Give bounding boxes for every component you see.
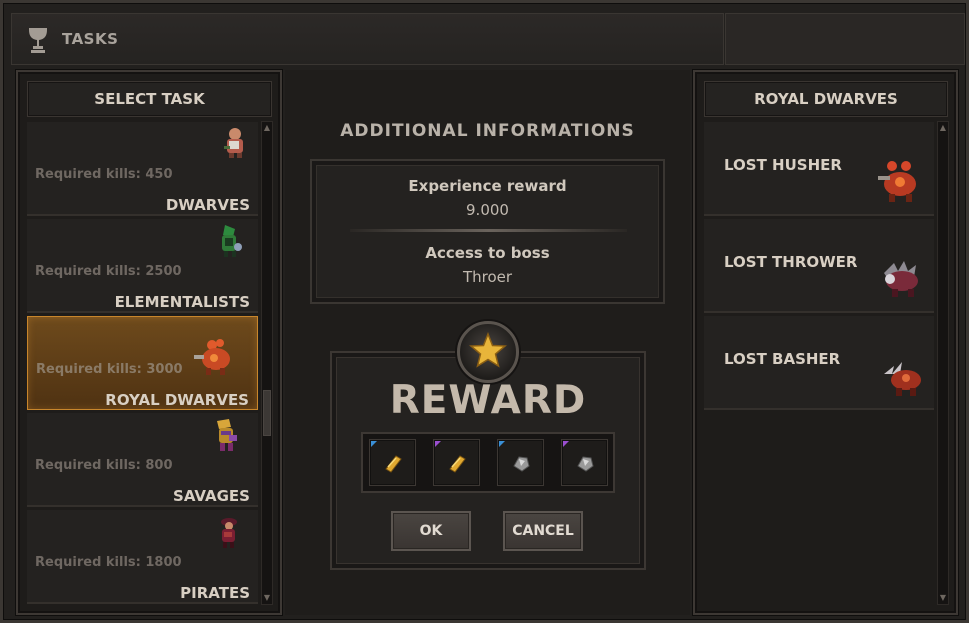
boss-name: LOST THROWER <box>724 253 858 271</box>
silver-ore-icon <box>577 456 594 472</box>
star-medal-icon <box>457 321 519 383</box>
select-task-panel: SELECT TASK Required kills: 450 DWARVES … <box>16 70 282 615</box>
silver-ore-icon <box>513 456 530 472</box>
scroll-up-icon[interactable]: ▲ <box>939 124 947 132</box>
task-name: ELEMENTALISTS <box>114 293 250 311</box>
boss-access-label: Access to boss <box>425 244 550 262</box>
reward-slot-3[interactable] <box>497 439 544 486</box>
experience-reward-value: 9.000 <box>466 201 509 219</box>
task-item-dwarves[interactable]: Required kills: 450 DWARVES <box>27 122 258 216</box>
cancel-button[interactable]: CANCEL <box>503 511 583 551</box>
pirate-sprite-icon <box>221 518 237 548</box>
boss-panel-header: ROYAL DWARVES <box>704 81 948 117</box>
task-item-royal-dwarves[interactable]: Required kills: 3000 ROYAL DWARVES <box>27 316 258 410</box>
lost-husher-sprite-icon <box>878 161 916 202</box>
task-item-elementalists[interactable]: Required kills: 2500 ELEMENTALISTS <box>27 219 258 313</box>
boss-item-lost-thrower[interactable]: LOST THROWER <box>704 219 934 313</box>
boss-name: LOST BASHER <box>724 350 841 368</box>
task-list: Required kills: 450 DWARVES Required kil… <box>27 122 258 607</box>
elementalist-sprite-icon <box>222 225 242 257</box>
task-name: PIRATES <box>180 584 250 602</box>
gold-ingot-icon <box>385 455 402 473</box>
reward-slot-4[interactable] <box>561 439 608 486</box>
task-name: ROYAL DWARVES <box>105 391 249 409</box>
scroll-down-icon[interactable]: ▼ <box>263 594 271 602</box>
rarity-marker <box>499 441 505 447</box>
gold-ingot-icon <box>449 455 466 473</box>
select-task-header: SELECT TASK <box>27 81 272 117</box>
lost-basher-sprite-icon <box>884 362 921 396</box>
rarity-marker <box>371 441 377 447</box>
additional-info-heading: ADDITIONAL INFORMATIONS <box>340 121 635 141</box>
task-required-kills: Required kills: 3000 <box>36 362 183 377</box>
rarity-marker <box>563 441 569 447</box>
scroll-down-icon[interactable]: ▼ <box>939 594 947 602</box>
boss-item-lost-basher[interactable]: LOST BASHER <box>704 316 934 410</box>
task-item-pirates[interactable]: Required kills: 1800 PIRATES <box>27 510 258 604</box>
info-divider <box>350 229 627 232</box>
experience-reward-label: Experience reward <box>408 177 567 195</box>
title-bar: TASKS <box>11 13 724 65</box>
task-name: DWARVES <box>165 196 250 214</box>
dwarf-sprite-icon <box>224 128 243 158</box>
boss-panel: ROYAL DWARVES LOST HUSHER LOST THROWER L… <box>693 70 958 615</box>
reward-slot-1[interactable] <box>369 439 416 486</box>
tasks-window: TASKS SELECT TASK Required kills: 450 DW… <box>0 0 969 623</box>
task-required-kills: Required kills: 1800 <box>35 555 182 570</box>
boss-access-value: Throer <box>462 268 513 286</box>
lost-thrower-sprite-icon <box>884 261 918 297</box>
rarity-marker <box>435 441 441 447</box>
task-required-kills: Required kills: 800 <box>35 458 173 473</box>
task-required-kills: Required kills: 2500 <box>35 264 182 279</box>
task-required-kills: Required kills: 450 <box>35 167 173 182</box>
scroll-up-icon[interactable]: ▲ <box>263 124 271 132</box>
reward-slot-2[interactable] <box>433 439 480 486</box>
task-item-savages[interactable]: Required kills: 800 SAVAGES <box>27 413 258 507</box>
task-name: SAVAGES <box>173 487 250 505</box>
reward-title: REWARD <box>389 378 587 423</box>
boss-list-scrollbar[interactable]: ▲ ▼ <box>937 121 949 605</box>
boss-item-lost-husher[interactable]: LOST HUSHER <box>704 122 934 216</box>
additional-info-box: Experience reward 9.000 Access to boss T… <box>310 159 665 304</box>
royal-dwarf-sprite-icon <box>194 339 230 375</box>
title-bar-extension <box>725 13 965 65</box>
boss-list: LOST HUSHER LOST THROWER LOST BASHER <box>704 122 934 413</box>
window-title: TASKS <box>62 30 119 48</box>
scroll-thumb[interactable] <box>263 390 271 436</box>
reward-items <box>361 432 615 493</box>
trophy-cup-icon <box>29 28 47 53</box>
savage-sprite-icon <box>217 419 237 451</box>
task-list-scrollbar[interactable]: ▲ ▼ <box>261 121 273 605</box>
ok-button[interactable]: OK <box>391 511 471 551</box>
boss-name: LOST HUSHER <box>724 156 842 174</box>
